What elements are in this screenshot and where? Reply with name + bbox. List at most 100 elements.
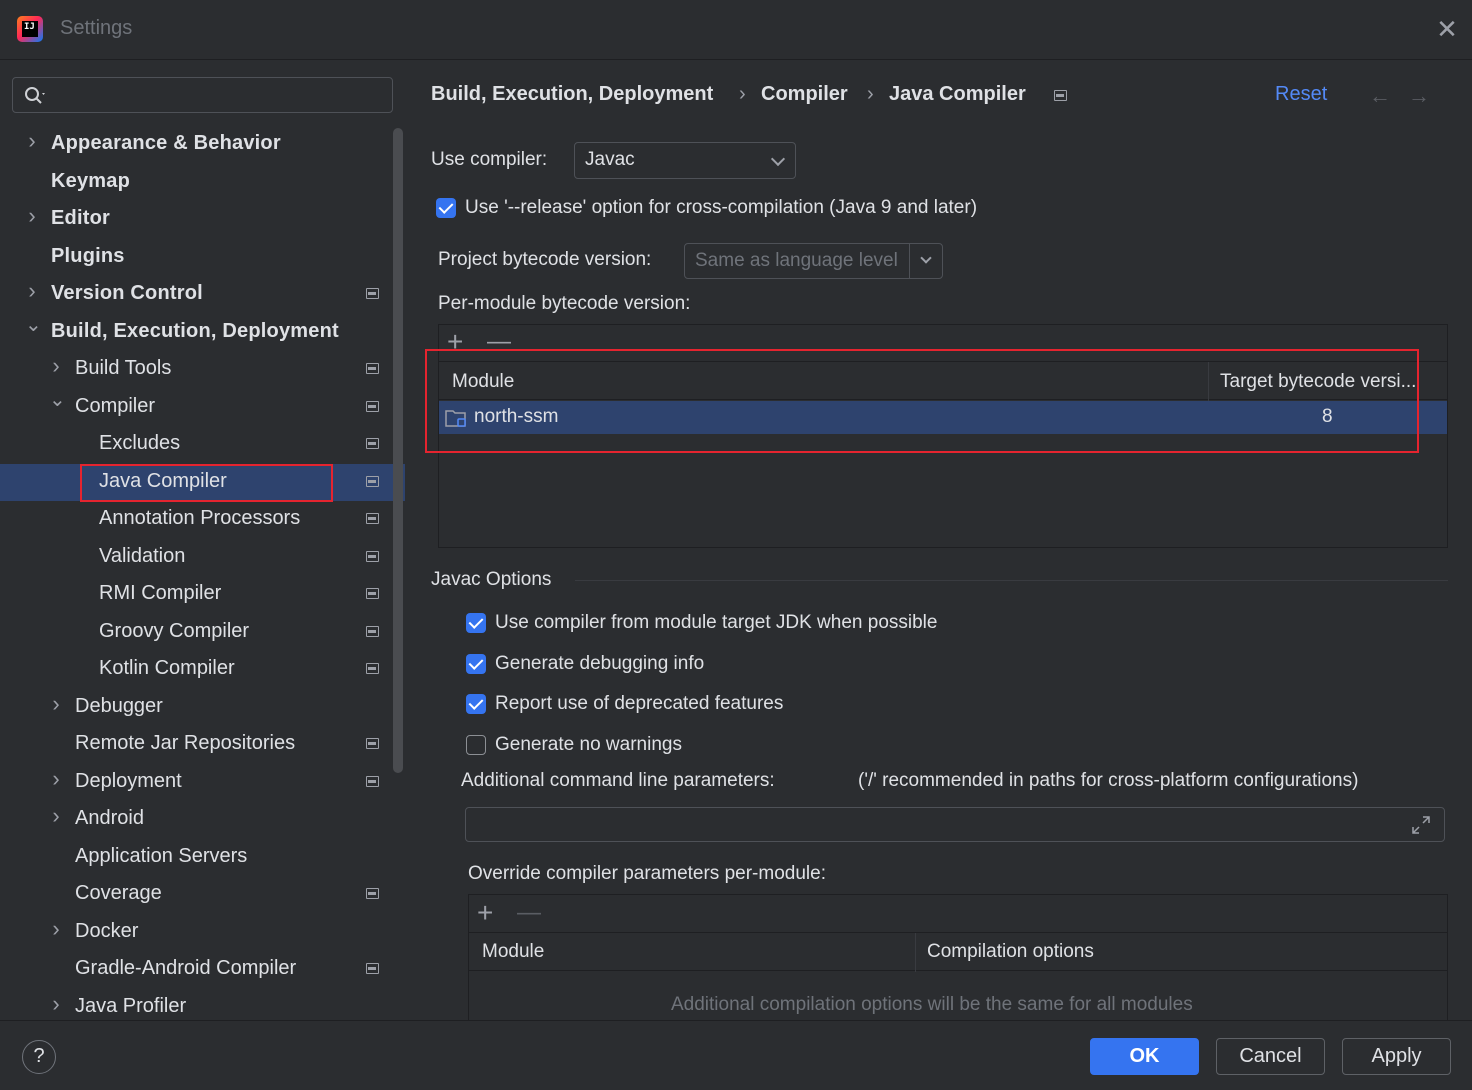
tree-item-android[interactable]: › Android bbox=[0, 801, 405, 838]
reset-link[interactable]: Reset bbox=[1275, 83, 1327, 106]
chevron-right-icon[interactable]: › bbox=[49, 355, 63, 377]
highlight-box-module-row bbox=[425, 349, 1419, 453]
tree-item-compiler[interactable]: ⌄ Compiler bbox=[0, 389, 405, 426]
tree-item-build-tools[interactable]: › Build Tools bbox=[0, 351, 405, 388]
override-params-table: + — Module Compilation options Additiona… bbox=[468, 894, 1448, 1034]
additional-params-input[interactable] bbox=[465, 807, 1445, 842]
chevron-right-icon[interactable]: › bbox=[49, 692, 63, 714]
table-header: Module Compilation options bbox=[469, 932, 1447, 972]
expand-icon[interactable] bbox=[1410, 814, 1432, 836]
tree-item-application-servers[interactable]: Application Servers bbox=[0, 839, 405, 876]
tree-item-version-control[interactable]: › Version Control bbox=[0, 276, 405, 313]
chevron-right-icon[interactable]: › bbox=[49, 767, 63, 789]
deprecated-features-checkbox[interactable] bbox=[466, 694, 486, 714]
use-compiler-label: Use compiler: bbox=[431, 149, 548, 170]
search-input[interactable] bbox=[12, 77, 393, 113]
tree-item-label: Docker bbox=[75, 919, 139, 942]
back-arrow-icon[interactable]: ← bbox=[1369, 83, 1391, 109]
chevron-down-icon[interactable]: ⌄ bbox=[25, 315, 42, 335]
tree-item-label: Appearance & Behavior bbox=[51, 132, 281, 154]
project-scope-icon bbox=[366, 588, 379, 599]
chevron-right-icon[interactable]: › bbox=[49, 992, 63, 1014]
intellij-logo-icon: IJ bbox=[17, 16, 43, 42]
tree-item-label: Compiler bbox=[75, 394, 156, 417]
ok-button[interactable]: OK bbox=[1090, 1038, 1199, 1075]
project-scope-icon bbox=[366, 550, 379, 562]
chevron-right-icon[interactable]: › bbox=[49, 917, 63, 939]
section-divider bbox=[575, 580, 1448, 581]
project-scope-icon bbox=[366, 775, 379, 787]
javac-options-title: Javac Options bbox=[431, 569, 552, 590]
breadcrumb-separator: › bbox=[739, 83, 746, 105]
debugging-info-checkbox[interactable] bbox=[466, 654, 486, 674]
tree-item-label: Groovy Compiler bbox=[99, 619, 250, 642]
use-module-jdk-checkbox[interactable] bbox=[466, 613, 486, 633]
title-bar: IJ Settings ✕ bbox=[0, 0, 1472, 60]
tree-item-plugins[interactable]: Plugins bbox=[0, 239, 405, 276]
chevron-down-icon[interactable]: ⌄ bbox=[49, 390, 66, 410]
forward-arrow-icon[interactable]: → bbox=[1408, 83, 1430, 109]
tree-item-label: Plugins bbox=[51, 244, 125, 267]
release-option-checkbox[interactable] bbox=[436, 198, 456, 218]
chevron-right-icon[interactable]: › bbox=[49, 805, 63, 827]
add-icon[interactable]: + bbox=[477, 899, 493, 927]
tree-item-label: Debugger bbox=[75, 694, 163, 717]
tree-item-rmi-compiler[interactable]: RMI Compiler bbox=[0, 576, 405, 613]
tree-item-label: Annotation Processors bbox=[99, 507, 301, 529]
tree-item-annotation-processors[interactable]: Annotation Processors bbox=[0, 501, 405, 538]
project-scope-icon bbox=[366, 888, 379, 899]
chevron-right-icon[interactable]: › bbox=[25, 205, 39, 227]
tree-item-label: RMI Compiler bbox=[99, 582, 222, 604]
column-separator[interactable] bbox=[915, 933, 916, 972]
tree-item-editor[interactable]: › Editor bbox=[0, 201, 405, 238]
tree-item-coverage[interactable]: Coverage bbox=[0, 876, 405, 913]
breadcrumb-separator: › bbox=[867, 83, 874, 105]
tree-item-debugger[interactable]: › Debugger bbox=[0, 689, 405, 726]
close-icon[interactable]: ✕ bbox=[1434, 16, 1460, 42]
chevron-down-icon bbox=[770, 151, 786, 167]
tree-item-label: Version Control bbox=[51, 282, 203, 304]
project-scope-icon bbox=[366, 363, 379, 374]
tree-item-gradle-android-compiler[interactable]: Gradle-Android Compiler bbox=[0, 951, 405, 988]
tree-item-validation[interactable]: Validation bbox=[0, 539, 405, 576]
settings-content-panel: Build, Execution, Deployment › Compiler … bbox=[405, 61, 1472, 1034]
no-warnings-checkbox[interactable] bbox=[466, 735, 486, 755]
tree-item-label: Coverage bbox=[75, 882, 162, 904]
settings-tree-panel: › Appearance & Behavior Keymap › Editor Plugi… bbox=[0, 61, 405, 1020]
help-button[interactable]: ? bbox=[22, 1040, 56, 1074]
tree-item-kotlin-compiler[interactable]: Kotlin Compiler bbox=[0, 651, 405, 688]
no-warnings-label: Generate no warnings bbox=[495, 734, 682, 755]
project-scope-icon bbox=[366, 288, 379, 299]
empty-table-text: Additional compilation options will be t… bbox=[671, 994, 1193, 1015]
tree-scrollbar[interactable] bbox=[393, 128, 403, 773]
chevron-right-icon[interactable]: › bbox=[25, 280, 39, 302]
tree-item-docker[interactable]: › Docker bbox=[0, 914, 405, 951]
chevron-right-icon[interactable]: › bbox=[25, 130, 39, 152]
column-header-module[interactable]: Module bbox=[482, 941, 544, 963]
window-title: Settings bbox=[60, 17, 133, 39]
tree-item-build-execution-deployment[interactable]: ⌄ Build, Execution, Deployment bbox=[0, 314, 405, 351]
breadcrumb-item-compiler[interactable]: Compiler bbox=[761, 83, 848, 106]
use-compiler-value: Javac bbox=[585, 149, 635, 170]
project-scope-icon bbox=[366, 513, 379, 524]
dialog-footer: ? OK Cancel Apply bbox=[0, 1020, 1472, 1090]
project-bytecode-select[interactable]: Same as language level bbox=[684, 243, 943, 279]
breadcrumb-item-build[interactable]: Build, Execution, Deployment bbox=[431, 83, 713, 106]
override-params-label: Override compiler parameters per-module: bbox=[468, 863, 826, 884]
tree-item-appearance-behavior[interactable]: › Appearance & Behavior bbox=[0, 126, 405, 163]
search-icon bbox=[25, 87, 45, 104]
tree-item-deployment[interactable]: › Deployment bbox=[0, 764, 405, 801]
tree-item-remote-jar-repositories[interactable]: Remote Jar Repositories bbox=[0, 726, 405, 763]
apply-button[interactable]: Apply bbox=[1342, 1038, 1451, 1075]
cancel-button[interactable]: Cancel bbox=[1216, 1038, 1325, 1075]
tree-item-label: Excludes bbox=[99, 432, 181, 454]
tree-item-keymap[interactable]: Keymap bbox=[0, 164, 405, 201]
tree-item-label: Android bbox=[75, 807, 144, 829]
tree-item-groovy-compiler[interactable]: Groovy Compiler bbox=[0, 614, 405, 651]
column-header-compilation-options[interactable]: Compilation options bbox=[927, 941, 1094, 963]
use-compiler-select[interactable]: Javac bbox=[574, 142, 796, 179]
project-bytecode-label: Project bytecode version: bbox=[438, 249, 652, 270]
project-scope-icon bbox=[366, 625, 379, 637]
tree-item-excludes[interactable]: Excludes bbox=[0, 426, 405, 463]
project-scope-icon bbox=[366, 400, 379, 412]
